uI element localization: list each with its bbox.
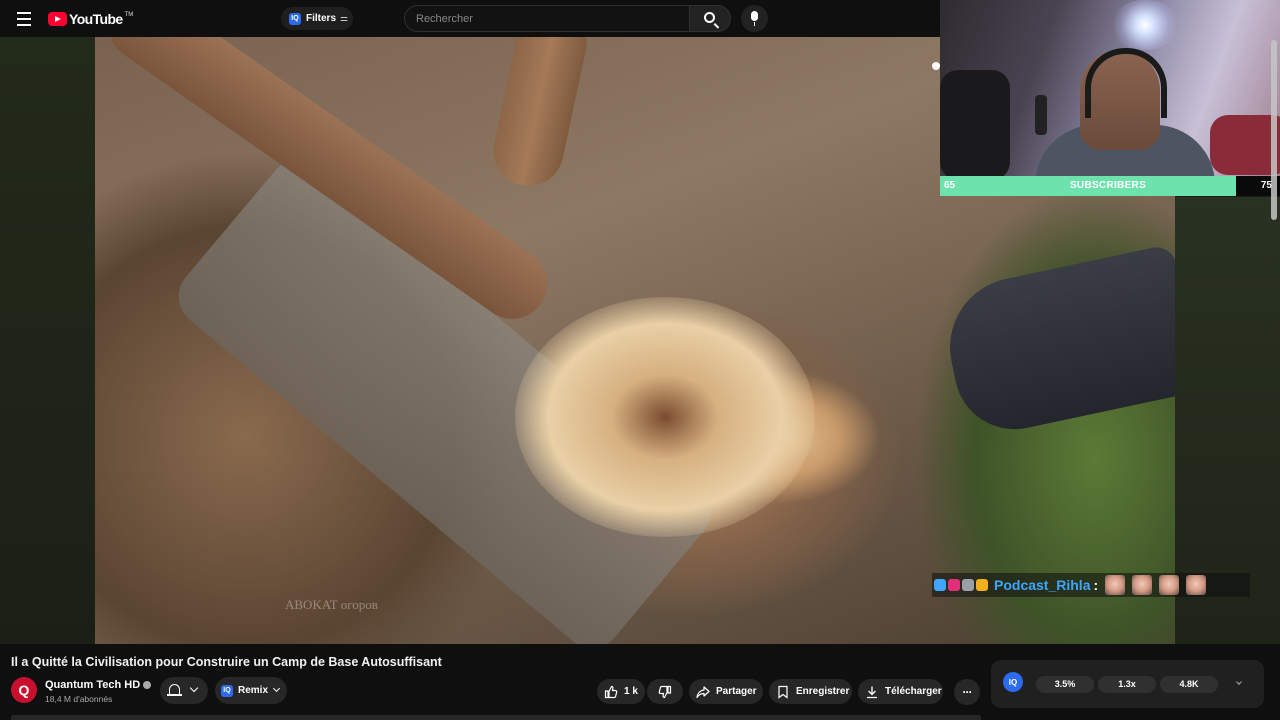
chat-badge-icon <box>948 579 960 591</box>
chevron-down-icon <box>189 683 199 693</box>
chat-username: Podcast_Rihla <box>994 577 1091 593</box>
more-actions-button[interactable]: ··· <box>954 679 980 705</box>
youtube-logo[interactable]: YouTube TM <box>48 9 133 29</box>
channel-avatar[interactable]: Q <box>11 677 37 703</box>
scrollbar-thumb[interactable] <box>1271 40 1277 220</box>
share-button[interactable]: Partager <box>689 679 763 704</box>
more-icon: ··· <box>962 685 973 699</box>
headset-shape <box>1085 48 1167 118</box>
stat-views: 4.8K <box>1160 676 1218 693</box>
microphone-icon <box>751 11 758 26</box>
download-label: Télécharger <box>885 686 942 697</box>
video-title: Il a Quitté la Civilisation pour Constru… <box>11 655 442 669</box>
search-input[interactable] <box>405 6 689 31</box>
chat-message: Podcast_Rihla : <box>932 573 1250 597</box>
chat-badge-icon <box>934 579 946 591</box>
dislike-button[interactable] <box>647 679 683 704</box>
video-blur-left <box>0 37 95 644</box>
iq-badge-icon[interactable]: IQ <box>1003 672 1023 692</box>
stat-multiplier: 1.3x <box>1098 676 1156 693</box>
description-box-edge[interactable] <box>11 715 981 720</box>
chat-badge-icon <box>962 579 974 591</box>
tune-icon: ⚌ <box>340 13 349 23</box>
menu-icon[interactable] <box>12 8 36 30</box>
emote-icon <box>1186 575 1207 595</box>
microphone-stand <box>1035 95 1047 135</box>
chat-separator: : <box>1093 577 1099 593</box>
emote-icon <box>1105 575 1126 595</box>
share-icon <box>696 685 710 699</box>
share-label: Partager <box>716 686 757 697</box>
filters-label: Filters <box>306 13 337 24</box>
chair-shape <box>940 70 1010 176</box>
chevron-down-icon <box>272 684 281 693</box>
like-button[interactable]: 1 k <box>597 679 645 704</box>
download-button[interactable]: Télécharger <box>858 679 943 704</box>
verified-icon <box>143 681 152 690</box>
emote-icon <box>1159 575 1180 595</box>
chevron-down-icon[interactable] <box>1236 679 1242 685</box>
download-icon <box>865 685 879 699</box>
search-box <box>404 5 689 32</box>
youtube-play-icon <box>48 12 67 26</box>
chat-badge-icon <box>976 579 988 591</box>
search-icon <box>704 12 715 23</box>
video-watermark: ABOKAT огоров <box>285 597 378 612</box>
channel-name-row[interactable]: Quantum Tech HD <box>45 679 152 691</box>
voice-search-button[interactable] <box>741 5 768 32</box>
bell-icon <box>167 684 182 696</box>
iq-badge-icon: IQ <box>289 12 301 25</box>
video-meta: Il a Quitté la Civilisation pour Constru… <box>0 644 1280 720</box>
subscriber-goal-bar: 65 SUBSCRIBERS 75 <box>940 176 1280 196</box>
thumbs-down-icon <box>658 685 672 699</box>
wood-chips-shape <box>515 297 815 537</box>
remix-label: Remix <box>238 685 269 696</box>
like-count: 1 k <box>624 686 638 697</box>
logo-text: YouTube <box>69 11 123 27</box>
remix-button[interactable]: IQ Remix <box>215 677 287 704</box>
webcam-overlay <box>940 0 1280 176</box>
save-button[interactable]: Enregistrer <box>769 679 852 704</box>
save-label: Enregistrer <box>796 686 850 697</box>
top-bar: YouTube TM IQ Filters ⚌ <box>0 0 940 37</box>
logo-trademark: TM <box>124 12 134 18</box>
shoe-shape <box>937 243 1175 441</box>
stat-engagement: 3.5% <box>1036 676 1094 693</box>
bookmark-icon <box>776 685 790 699</box>
filters-button[interactable]: IQ Filters ⚌ <box>281 7 353 30</box>
lamp-light <box>1110 0 1180 50</box>
pillow-shape <box>1210 115 1280 175</box>
emote-icon <box>1132 575 1153 595</box>
channel-name[interactable]: Quantum Tech HD <box>45 679 140 691</box>
notification-button[interactable] <box>160 677 208 704</box>
thumbs-up-icon <box>604 685 618 699</box>
search-button[interactable] <box>689 5 731 32</box>
iq-badge-icon: IQ <box>221 684 233 697</box>
subscriber-goal-label: SUBSCRIBERS <box>1069 180 1147 191</box>
stats-panel: IQ 3.5% 1.3x 4.8K <box>991 660 1264 708</box>
subscriber-count-text: 18,4 M d'abonnés <box>45 694 113 704</box>
stick-shape <box>487 37 593 193</box>
scrubber-dot[interactable] <box>932 62 940 70</box>
